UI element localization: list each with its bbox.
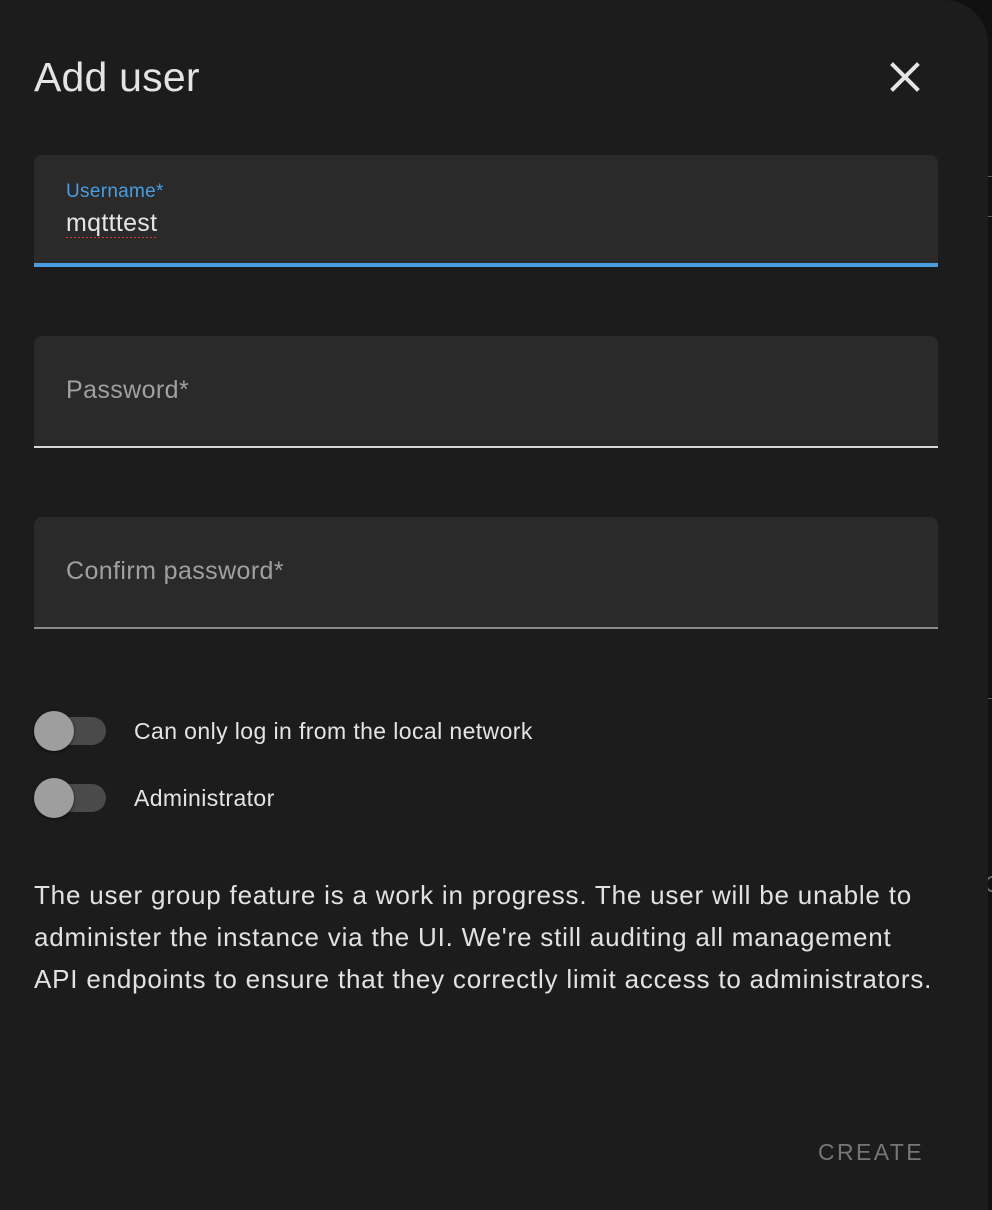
confirm-password-label: Confirm password* [66, 557, 284, 585]
local-only-toggle-row: Can only log in from the local network [34, 711, 734, 751]
create-button[interactable]: CREATE [806, 1128, 936, 1176]
username-field[interactable]: Username* [34, 155, 938, 267]
confirm-password-field[interactable]: Confirm password* [34, 517, 938, 629]
add-user-dialog: Add user Username* Password* Confirm pas… [0, 0, 988, 1210]
administrator-toggle[interactable] [34, 778, 106, 818]
close-button[interactable] [880, 52, 930, 102]
password-underline [34, 446, 938, 448]
dialog-title: Add user [34, 54, 200, 100]
toggle-thumb [34, 711, 74, 751]
toggle-thumb [34, 778, 74, 818]
password-label: Password* [66, 376, 190, 404]
confirm-password-underline [34, 627, 938, 629]
administrator-toggle-row: Administrator [34, 778, 734, 818]
password-field[interactable]: Password* [34, 336, 938, 448]
local-only-toggle[interactable] [34, 711, 106, 751]
user-group-notice: The user group feature is a work in prog… [34, 880, 933, 994]
username-label: Username* [66, 181, 164, 202]
username-underline [34, 263, 938, 267]
local-only-label: Can only log in from the local network [134, 718, 533, 744]
administrator-label: Administrator [134, 785, 275, 811]
close-icon [890, 62, 920, 92]
username-input[interactable] [66, 209, 906, 238]
